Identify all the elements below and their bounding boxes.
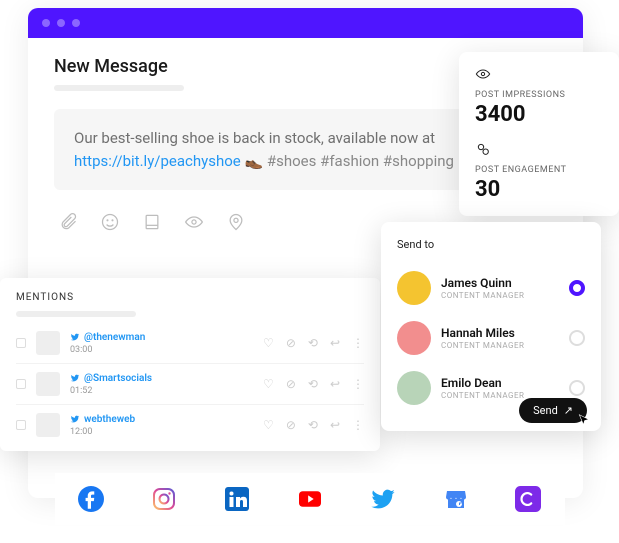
placeholder-line bbox=[16, 311, 136, 317]
block-icon[interactable]: ⊘ bbox=[286, 418, 296, 432]
block-icon[interactable]: ⊘ bbox=[286, 336, 296, 350]
mention-handle[interactable]: webtheweb bbox=[70, 414, 263, 425]
impressions-label: POST IMPRESSIONS bbox=[475, 90, 603, 100]
like-icon[interactable]: ♡ bbox=[263, 418, 274, 432]
checkbox[interactable] bbox=[16, 379, 26, 389]
message-hashtags: #shoes #fashion #shopping bbox=[263, 152, 454, 170]
recipient-row[interactable]: Hannah MilesCONTENT MANAGER bbox=[397, 313, 585, 363]
more-icon[interactable]: ⋮ bbox=[352, 418, 364, 432]
radio-select[interactable] bbox=[569, 330, 585, 346]
message-text: Our best-selling shoe is back in stock, … bbox=[74, 129, 435, 147]
mention-time: 01:52 bbox=[70, 386, 263, 396]
more-icon[interactable]: ⋮ bbox=[352, 336, 364, 350]
avatar bbox=[36, 372, 60, 396]
emoji-icon[interactable] bbox=[100, 212, 120, 232]
avatar bbox=[397, 371, 431, 405]
message-emoji: 👞 bbox=[244, 152, 263, 170]
window-dot[interactable] bbox=[57, 19, 65, 27]
recipient-name: James Quinn bbox=[441, 276, 559, 290]
cursor-icon bbox=[577, 413, 591, 427]
send-button-label: Send bbox=[533, 404, 558, 417]
avatar bbox=[36, 413, 60, 437]
facebook-icon[interactable] bbox=[77, 485, 105, 513]
mention-time: 12:00 bbox=[70, 427, 263, 437]
like-icon[interactable]: ♡ bbox=[263, 336, 274, 350]
mentions-panel: MENTIONS @thenewman03:00♡⊘⟲↩⋮@Smartsocia… bbox=[0, 278, 380, 451]
reply-icon[interactable]: ↩ bbox=[330, 418, 340, 432]
template-icon[interactable] bbox=[142, 212, 162, 232]
send-to-title: Send to bbox=[397, 238, 585, 251]
message-link[interactable]: https://bit.ly/peachyshoe bbox=[74, 152, 241, 170]
mention-handle[interactable]: @Smartsocials bbox=[70, 373, 263, 384]
block-icon[interactable]: ⊘ bbox=[286, 377, 296, 391]
visibility-icon[interactable] bbox=[184, 212, 204, 232]
attachment-icon[interactable] bbox=[58, 212, 78, 232]
mention-time: 03:00 bbox=[70, 345, 263, 355]
engagement-icon bbox=[475, 141, 491, 157]
recipient-name: Hannah Miles bbox=[441, 326, 559, 340]
mentions-title: MENTIONS bbox=[16, 292, 364, 303]
mention-row[interactable]: webtheweb 12:00♡ ⊘ ⟲ ↩ ⋮ bbox=[16, 405, 364, 445]
youtube-icon[interactable] bbox=[296, 485, 324, 513]
send-to-panel: Send to James QuinnCONTENT MANAGERHannah… bbox=[381, 222, 601, 431]
engagement-label: POST ENGAGEMENT bbox=[475, 165, 603, 175]
placeholder-line bbox=[54, 85, 184, 91]
radio-select[interactable] bbox=[569, 280, 585, 296]
mention-handle[interactable]: @thenewman bbox=[70, 332, 263, 343]
location-icon[interactable] bbox=[226, 212, 246, 232]
recipient-role: CONTENT MANAGER bbox=[441, 291, 559, 300]
instagram-icon[interactable] bbox=[150, 485, 178, 513]
more-icon[interactable]: ⋮ bbox=[352, 377, 364, 391]
window-dot[interactable] bbox=[72, 19, 80, 27]
impressions-icon bbox=[475, 66, 491, 82]
recipient-role: CONTENT MANAGER bbox=[441, 341, 559, 350]
mention-row[interactable]: @Smartsocials 01:52♡ ⊘ ⟲ ↩ ⋮ bbox=[16, 364, 364, 405]
window-titlebar bbox=[28, 8, 583, 38]
linkedin-icon[interactable] bbox=[223, 485, 251, 513]
reply-icon[interactable]: ↩ bbox=[330, 336, 340, 350]
stats-card: POST IMPRESSIONS 3400 POST ENGAGEMENT 30 bbox=[459, 52, 619, 216]
avatar bbox=[397, 271, 431, 305]
mention-actions: ♡ ⊘ ⟲ ↩ ⋮ bbox=[263, 418, 364, 432]
google-business-icon[interactable] bbox=[442, 485, 470, 513]
like-icon[interactable]: ♡ bbox=[263, 377, 274, 391]
retweet-icon[interactable]: ⟲ bbox=[308, 418, 318, 432]
retweet-icon[interactable]: ⟲ bbox=[308, 377, 318, 391]
avatar bbox=[36, 331, 60, 355]
arrow-icon: ↗ bbox=[564, 404, 573, 417]
avatar bbox=[397, 321, 431, 355]
radio-select[interactable] bbox=[569, 380, 585, 396]
engagement-value: 30 bbox=[475, 177, 603, 202]
mention-actions: ♡ ⊘ ⟲ ↩ ⋮ bbox=[263, 377, 364, 391]
impressions-value: 3400 bbox=[475, 102, 603, 127]
canva-icon[interactable] bbox=[514, 485, 542, 513]
recipient-row[interactable]: James QuinnCONTENT MANAGER bbox=[397, 263, 585, 313]
retweet-icon[interactable]: ⟲ bbox=[308, 336, 318, 350]
checkbox[interactable] bbox=[16, 338, 26, 348]
recipient-name: Emilo Dean bbox=[441, 376, 559, 390]
window-dot[interactable] bbox=[42, 19, 50, 27]
mention-row[interactable]: @thenewman 03:00♡ ⊘ ⟲ ↩ ⋮ bbox=[16, 323, 364, 364]
checkbox[interactable] bbox=[16, 420, 26, 430]
social-bar bbox=[55, 473, 565, 525]
reply-icon[interactable]: ↩ bbox=[330, 377, 340, 391]
mention-actions: ♡ ⊘ ⟲ ↩ ⋮ bbox=[263, 336, 364, 350]
twitter-icon[interactable] bbox=[369, 485, 397, 513]
